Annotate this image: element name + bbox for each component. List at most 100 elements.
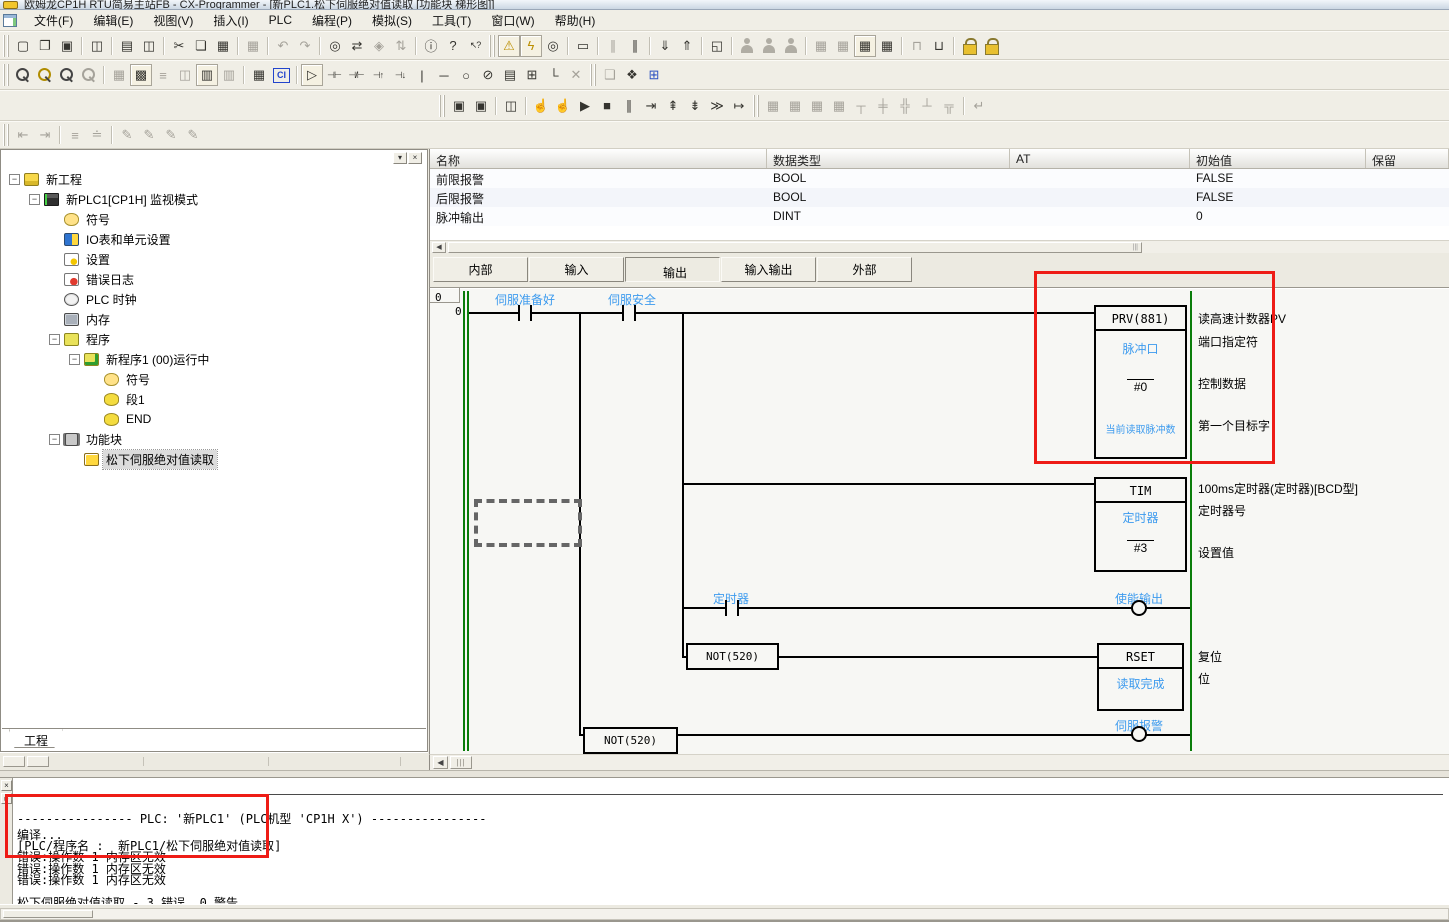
print-icon[interactable]: ▤ — [116, 35, 138, 57]
menu-program[interactable]: 编程(P) — [302, 10, 362, 31]
paste-special-icon[interactable]: ▦ — [242, 35, 264, 57]
open-project-icon[interactable]: ❐ — [34, 35, 56, 57]
output-coil-symbol[interactable] — [1131, 726, 1147, 742]
pause-monitor-icon[interactable]: ∥ — [602, 35, 624, 57]
column-retain[interactable]: 保留 — [1366, 149, 1449, 168]
operand-timer[interactable]: 定时器 — [1096, 509, 1185, 526]
open-contact-icon[interactable]: ⊣⊢ — [323, 64, 345, 86]
show-comments-icon[interactable]: ▩ — [130, 64, 152, 86]
help-icon[interactable]: ? — [442, 35, 464, 57]
tree-expander-icon[interactable]: − — [49, 334, 60, 345]
pause-icon[interactable]: ∥ — [624, 35, 646, 57]
online-work-icon[interactable]: ϟ — [520, 35, 542, 57]
scrollbar-thumb[interactable] — [3, 910, 93, 918]
watch-window-icon[interactable]: ▦ — [810, 35, 832, 57]
operand-set-value[interactable]: #3 — [1096, 541, 1185, 555]
symbol-row-rear-limit-alarm[interactable]: 后限报警 BOOL FALSE — [430, 188, 1449, 207]
force-on-icon[interactable]: ┬ — [850, 95, 872, 117]
project-tab[interactable]: 工程 — [9, 729, 63, 748]
scrollbar-thumb[interactable]: ||| — [448, 242, 1142, 253]
close-tree-button[interactable]: × — [408, 152, 422, 164]
menu-file[interactable]: 文件(F) — [24, 10, 83, 31]
open-contact-symbol[interactable] — [634, 305, 636, 321]
download-to-plc-icon[interactable]: ⇓ — [654, 35, 676, 57]
close-output-button[interactable]: × — [1, 780, 12, 791]
redo-icon[interactable]: ↷ — [294, 35, 316, 57]
open-contact-symbol[interactable] — [518, 305, 520, 321]
tree-item-program1[interactable]: − 新程序1 (00)运行中 — [3, 349, 425, 369]
open-contact-symbol[interactable] — [622, 305, 624, 321]
monitor-window-icon[interactable]: ▦ — [854, 35, 876, 57]
tree-item-panasonic-servo-fb[interactable]: 松下伺服绝对值读取 — [3, 449, 425, 469]
menu-help[interactable]: 帮助(H) — [545, 10, 606, 31]
transfer-settings-icon[interactable]: ▭ — [572, 35, 594, 57]
new-view-icon[interactable]: ❑ — [599, 64, 621, 86]
not-instruction-block[interactable]: NOT(520) — [583, 727, 678, 754]
compare-with-plc-icon[interactable]: ◱ — [706, 35, 728, 57]
scrollbar-thumb[interactable]: ||| — [450, 756, 472, 769]
column-at[interactable]: AT — [1010, 149, 1190, 168]
tree-expander-icon[interactable]: − — [9, 174, 20, 185]
closed-contact-icon[interactable]: ⊣/⊢ — [345, 64, 367, 86]
step-trace-icon[interactable]: ⊓ — [906, 35, 928, 57]
symbol-row-pulse-output[interactable]: 脉冲输出 DINT 0 — [430, 207, 1449, 226]
tree-item-memory[interactable]: 内存 — [3, 309, 425, 329]
tab-input[interactable]: 输入 — [529, 257, 624, 282]
menu-edit[interactable]: 编辑(E) — [83, 10, 143, 31]
tree-item-plc[interactable]: − 新PLC1[CP1H] 监视模式 — [3, 189, 425, 209]
tab-external[interactable]: 外部 — [817, 257, 912, 282]
step-into-icon[interactable]: ⇞ — [662, 95, 684, 117]
scroll-left-icon[interactable]: ◀ — [432, 242, 446, 253]
dock-menu-button[interactable]: ▾ — [393, 152, 407, 164]
paste-icon[interactable]: ▦ — [212, 35, 234, 57]
tree-item-new-project[interactable]: − 新工程 — [3, 169, 425, 189]
clear-list-icon[interactable]: ≐ — [86, 124, 108, 146]
tab-internal[interactable]: 内部 — [433, 257, 528, 282]
column-name[interactable]: 名称 — [430, 149, 767, 168]
menu-insert[interactable]: 插入(I) — [203, 10, 258, 31]
operand-read-complete[interactable]: 读取完成 — [1099, 675, 1182, 692]
menu-plc[interactable]: PLC — [259, 11, 302, 29]
run-icon[interactable]: ▶ — [574, 95, 596, 117]
fb-instance-icon[interactable]: ◫ — [500, 95, 522, 117]
tree-expander-icon[interactable]: − — [29, 194, 40, 205]
show-program-comments-icon[interactable]: ◫ — [174, 64, 196, 86]
scroll-left-icon[interactable]: ◀ — [433, 756, 448, 769]
new-document-icon[interactable]: ▢ — [12, 35, 34, 57]
set-protection-icon[interactable] — [958, 35, 980, 57]
set-value-icon[interactable]: ┴ — [916, 95, 938, 117]
symbol-row-front-limit-alarm[interactable]: 前限报警 BOOL FALSE — [430, 169, 1449, 188]
menu-simulation[interactable]: 模拟(S) — [362, 10, 422, 31]
tree-item-symbols[interactable]: 符号 — [3, 209, 425, 229]
pane-splitter[interactable] — [0, 770, 1449, 778]
fb-online-edit-icon[interactable]: ▣ — [470, 95, 492, 117]
compile-program-icon[interactable]: ⚠ — [498, 35, 520, 57]
tree-item-error-log[interactable]: 错误日志 — [3, 269, 425, 289]
upload-from-plc-icon[interactable]: ⇑ — [676, 35, 698, 57]
find-icon[interactable]: ◎ — [324, 35, 346, 57]
tree-expander-icon[interactable]: − — [49, 434, 60, 445]
zoom-out-icon[interactable] — [56, 64, 78, 86]
edit-annotation-icon[interactable]: ✎ — [160, 124, 182, 146]
show-output-tree-icon[interactable]: ▥ — [218, 64, 240, 86]
edit-rung-comment-icon[interactable]: ✎ — [138, 124, 160, 146]
stop-icon[interactable]: ■ — [596, 95, 618, 117]
return-icon[interactable]: ↵ — [968, 95, 990, 117]
page-setup-icon[interactable]: ◫ — [86, 35, 108, 57]
watch-sheet-icon[interactable]: ▦ — [832, 35, 854, 57]
show-rung-annotations-icon[interactable]: ≡ — [152, 64, 174, 86]
column-data-type[interactable]: 数据类型 — [767, 149, 1010, 168]
zoom-in-icon[interactable] — [34, 64, 56, 86]
work-online-simulator-icon[interactable]: ☝ — [530, 95, 552, 117]
prv-instruction-block[interactable]: PRV(881) 脉冲口 #0 当前读取脉冲数 — [1094, 305, 1187, 459]
up-differentiated-contact-icon[interactable]: ⊣↑ — [367, 64, 389, 86]
rset-instruction-block[interactable]: RSET 读取完成 — [1097, 643, 1184, 711]
output-hscrollbar[interactable] — [0, 908, 1449, 920]
tree-expander-icon[interactable]: − — [69, 354, 80, 365]
tree-item-section1[interactable]: 段1 — [3, 389, 425, 409]
go-to-list-top-icon[interactable]: ≡ — [64, 124, 86, 146]
closed-coil-icon[interactable]: ⊘ — [477, 64, 499, 86]
tree-item-io-table[interactable]: IO表和单元设置 — [3, 229, 425, 249]
function-block-invocation-icon[interactable]: ⊞ — [521, 64, 543, 86]
zoom-to-fit-icon[interactable] — [78, 64, 100, 86]
